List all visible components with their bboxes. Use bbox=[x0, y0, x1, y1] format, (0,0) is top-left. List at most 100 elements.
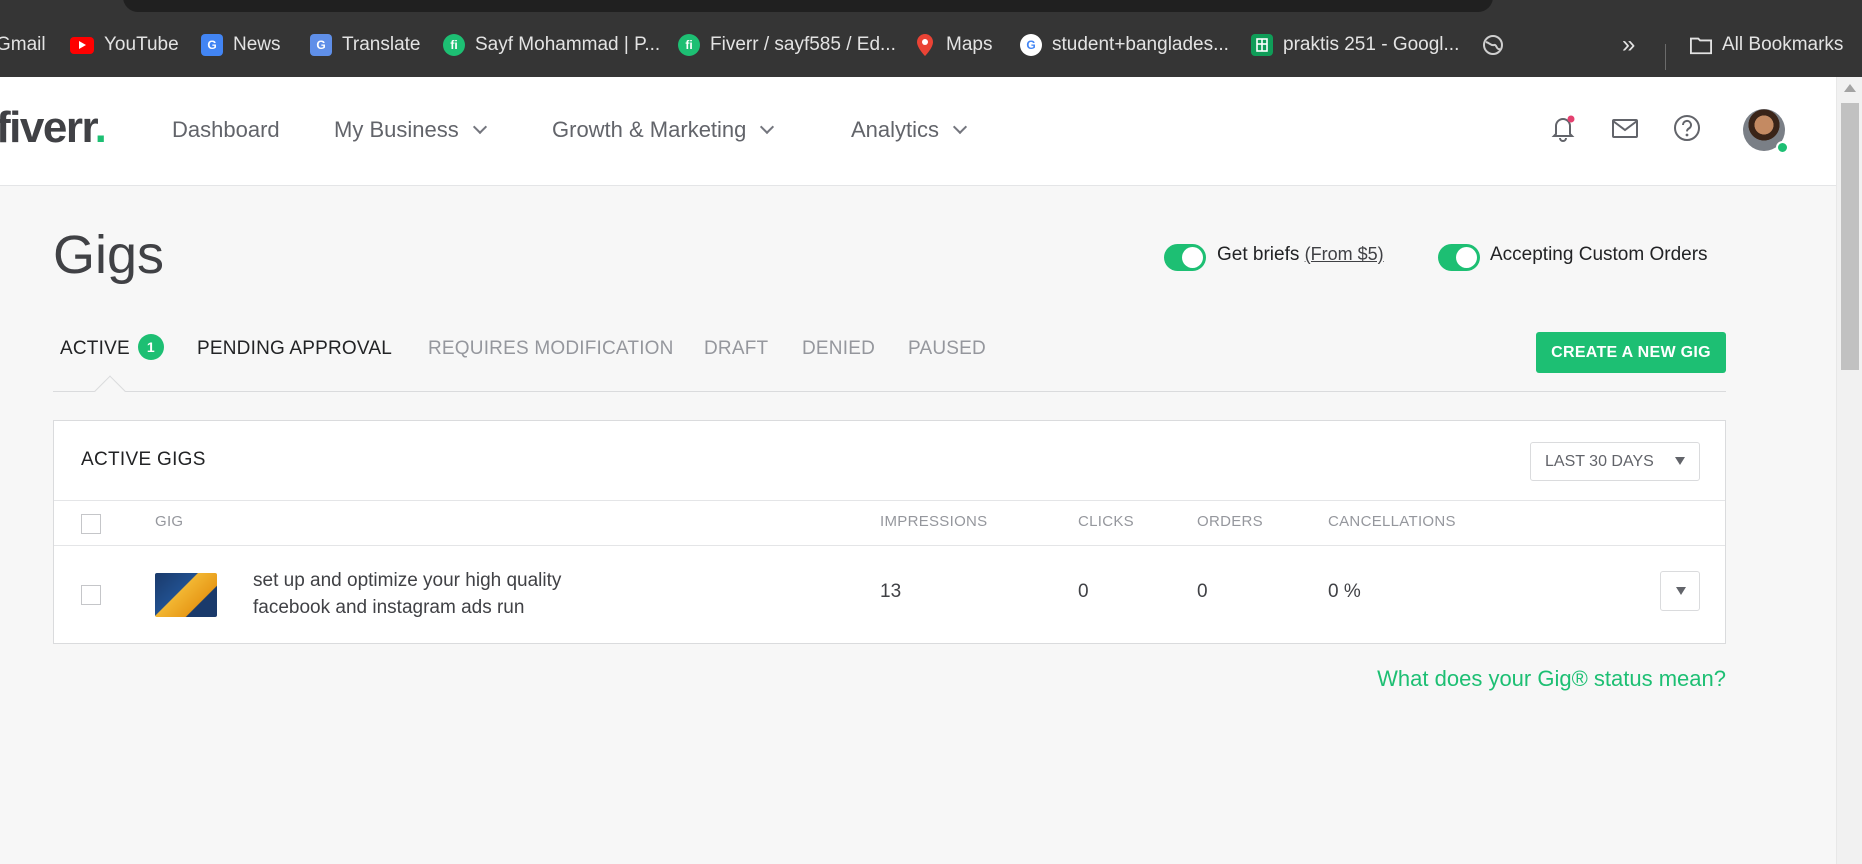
table-divider bbox=[54, 545, 1725, 546]
google-news-icon: G bbox=[201, 34, 223, 56]
bookmark-label: Sayf Mohammad | P... bbox=[475, 34, 661, 55]
cell-impressions: 13 bbox=[880, 581, 902, 602]
bookmark-label: Gmail bbox=[0, 34, 46, 55]
gig-status-help-link[interactable]: What does your Gig® status mean? bbox=[1377, 666, 1726, 692]
gig-title-link[interactable]: set up and optimize your high quality fa… bbox=[253, 567, 633, 621]
bookmark-label: Translate bbox=[342, 34, 421, 55]
bookmark-maps[interactable]: Maps bbox=[914, 32, 992, 58]
row-actions-dropdown[interactable] bbox=[1660, 571, 1700, 611]
chevron-down-icon bbox=[760, 119, 775, 135]
bookmark-sheets[interactable]: praktis 251 - Googl... bbox=[1251, 32, 1459, 58]
bookmark-fiverr-edit[interactable]: fi Fiverr / sayf585 / Ed... bbox=[678, 32, 896, 58]
fiverr-icon: fi bbox=[443, 34, 465, 56]
question-circle-icon bbox=[1674, 115, 1700, 141]
active-count-badge: 1 bbox=[137, 334, 164, 360]
envelope-icon bbox=[1612, 119, 1638, 138]
nav-dashboard[interactable]: Dashboard bbox=[172, 117, 280, 143]
nav-analytics[interactable]: Analytics bbox=[851, 117, 968, 143]
tab-denied[interactable]: DENIED bbox=[802, 338, 875, 360]
bell-icon bbox=[1551, 115, 1575, 142]
nav-label: Analytics bbox=[851, 117, 940, 142]
active-tab-indicator bbox=[94, 375, 126, 407]
column-header-impressions[interactable]: IMPRESSIONS bbox=[880, 513, 988, 530]
fiverr-logo[interactable]: fiverr. bbox=[0, 103, 107, 153]
tab-paused[interactable]: PAUSED bbox=[908, 338, 986, 360]
get-briefs-label: Get briefs (From $5) bbox=[1217, 244, 1384, 266]
active-gigs-table: ACTIVE GIGS LAST 30 DAYS GIG IMPRESSIONS… bbox=[53, 420, 1726, 644]
table-divider bbox=[54, 500, 1725, 501]
gig-thumbnail[interactable] bbox=[155, 573, 217, 617]
custom-orders-label: Accepting Custom Orders bbox=[1490, 244, 1708, 265]
create-new-gig-button[interactable]: CREATE A NEW GIG bbox=[1536, 332, 1726, 373]
google-translate-icon: G bbox=[310, 34, 332, 56]
date-range-select[interactable]: LAST 30 DAYS bbox=[1530, 442, 1700, 481]
bookmarks-overflow-button[interactable]: » bbox=[1622, 31, 1636, 58]
bookmark-google[interactable]: G student+banglades... bbox=[1020, 32, 1229, 58]
chevron-down-icon bbox=[472, 119, 487, 135]
chevron-down-icon bbox=[952, 119, 968, 135]
google-sheets-icon bbox=[1251, 34, 1273, 56]
bookmark-gmail[interactable]: Gmail bbox=[0, 32, 46, 58]
nav-label: Dashboard bbox=[172, 117, 280, 142]
column-header-orders[interactable]: ORDERS bbox=[1197, 513, 1263, 530]
tab-pending-approval[interactable]: PENDING APPROVAL bbox=[197, 338, 392, 360]
caret-down-icon bbox=[1676, 587, 1686, 595]
address-bar[interactable] bbox=[123, 0, 1493, 12]
select-all-checkbox[interactable] bbox=[81, 514, 101, 534]
folder-icon bbox=[1690, 34, 1712, 56]
scroll-up-arrow-icon[interactable] bbox=[1844, 84, 1856, 92]
bookmark-globe[interactable] bbox=[1482, 32, 1514, 58]
nav-my-business[interactable]: My Business bbox=[334, 117, 487, 143]
bookmark-news[interactable]: G News bbox=[201, 32, 281, 58]
all-bookmarks-button[interactable]: All Bookmarks bbox=[1690, 32, 1843, 58]
bookmarks-divider bbox=[1665, 44, 1666, 70]
messages-button[interactable] bbox=[1610, 113, 1640, 143]
double-chevron-icon: » bbox=[1622, 31, 1636, 58]
toggle-label-text: Get briefs bbox=[1217, 244, 1300, 265]
briefs-price-link[interactable]: (From $5) bbox=[1305, 244, 1384, 264]
cell-clicks: 0 bbox=[1078, 581, 1089, 602]
tab-active[interactable]: ACTIVE 1 bbox=[60, 334, 164, 360]
browser-tab-strip bbox=[0, 0, 1862, 14]
site-header: fiverr. Dashboard My Business Growth & M… bbox=[0, 77, 1836, 186]
all-bookmarks-label: All Bookmarks bbox=[1722, 34, 1844, 55]
globe-icon bbox=[1482, 34, 1504, 56]
page-title: Gigs bbox=[53, 225, 165, 285]
custom-orders-toggle[interactable] bbox=[1438, 244, 1480, 271]
tab-requires-modification[interactable]: REQUIRES MODIFICATION bbox=[428, 338, 674, 360]
logo-text: fiverr bbox=[0, 103, 96, 152]
bookmark-youtube[interactable]: YouTube bbox=[70, 32, 179, 58]
tab-draft[interactable]: DRAFT bbox=[704, 338, 768, 360]
bookmark-translate[interactable]: G Translate bbox=[310, 32, 421, 58]
bookmark-label: student+banglades... bbox=[1052, 34, 1229, 55]
table-title: ACTIVE GIGS bbox=[81, 449, 206, 470]
bookmark-fiverr-profile[interactable]: fi Sayf Mohammad | P... bbox=[443, 32, 660, 58]
row-checkbox[interactable] bbox=[81, 585, 101, 605]
nav-label: My Business bbox=[334, 117, 459, 142]
notifications-button[interactable] bbox=[1548, 113, 1578, 143]
caret-down-icon bbox=[1675, 457, 1685, 465]
google-icon: G bbox=[1020, 34, 1042, 56]
bookmark-label: Maps bbox=[946, 34, 993, 55]
logo-dot: . bbox=[94, 103, 107, 152]
fiverr-icon: fi bbox=[678, 34, 700, 56]
page-scrollbar[interactable] bbox=[1836, 77, 1862, 864]
toggle-knob bbox=[1456, 247, 1477, 268]
column-header-clicks[interactable]: CLICKS bbox=[1078, 513, 1134, 530]
cell-orders: 0 bbox=[1197, 581, 1208, 602]
tabs-divider bbox=[53, 391, 1726, 392]
youtube-icon bbox=[70, 36, 94, 54]
scroll-thumb[interactable] bbox=[1841, 103, 1859, 370]
column-header-gig[interactable]: GIG bbox=[155, 513, 183, 530]
get-briefs-toggle[interactable] bbox=[1164, 244, 1206, 271]
nav-growth-marketing[interactable]: Growth & Marketing bbox=[552, 117, 775, 143]
bookmark-label: News bbox=[233, 34, 281, 55]
online-status-dot bbox=[1776, 141, 1789, 154]
bookmarks-bar: Gmail YouTube G News G Translate fi Sayf… bbox=[0, 14, 1862, 77]
nav-label: Growth & Marketing bbox=[552, 117, 747, 142]
date-range-value: LAST 30 DAYS bbox=[1545, 452, 1654, 470]
tab-label: ACTIVE bbox=[60, 338, 130, 360]
column-header-cancellations[interactable]: CANCELLATIONS bbox=[1328, 513, 1456, 530]
toggle-knob bbox=[1182, 247, 1203, 268]
help-button[interactable] bbox=[1672, 113, 1702, 143]
